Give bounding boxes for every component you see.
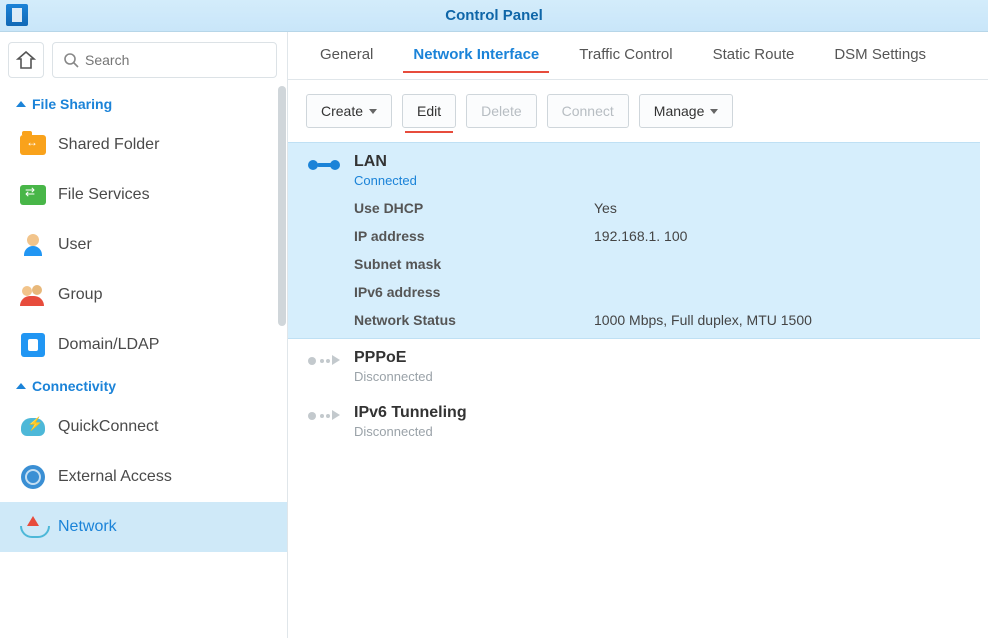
content-panel: General Network Interface Traffic Contro… [288,32,988,638]
tab-bar: General Network Interface Traffic Contro… [288,32,988,80]
section-label: Connectivity [32,378,116,394]
tab-dsm-settings[interactable]: DSM Settings [814,32,946,79]
interface-lan[interactable]: LAN Connected Use DHCP Yes IP address 19… [288,142,980,339]
home-icon [16,51,36,69]
tab-general[interactable]: General [300,32,393,79]
app-icon [6,4,28,26]
search-icon [63,52,79,68]
toolbar: Create Edit Delete Connect Manage [288,80,988,142]
detail-value: Yes [594,200,966,216]
interface-status: Disconnected [354,424,966,439]
caret-down-icon [369,109,377,114]
detail-value: 192.168.1. 100 [594,228,966,244]
tab-network-interface[interactable]: Network Interface [393,32,559,79]
caret-down-icon [710,109,718,114]
sidebar-item-quickconnect[interactable]: QuickConnect [0,402,287,452]
detail-label: IPv6 address [354,284,594,300]
tab-static-route[interactable]: Static Route [693,32,815,79]
interface-name: IPv6 Tunneling [354,404,966,422]
detail-label: IP address [354,228,594,244]
button-label: Delete [481,103,521,119]
domain-icon [21,333,45,357]
chevron-up-icon [16,101,26,107]
user-icon [22,234,44,256]
sidebar-item-group[interactable]: Group [0,270,287,320]
button-label: Connect [562,103,614,119]
detail-label: Use DHCP [354,200,594,216]
sidebar-item-label: External Access [58,468,172,486]
detail-value: 1000 Mbps, Full duplex, MTU 1500 [594,312,966,328]
button-label: Edit [417,103,441,119]
titlebar: Control Panel [0,0,988,32]
folder-icon [20,135,46,155]
sidebar-item-label: Group [58,286,102,304]
detail-label: Network Status [354,312,594,328]
sidebar-item-label: Shared Folder [58,136,159,154]
sidebar-scrollbar[interactable] [278,86,286,326]
interface-name: PPPoE [354,349,966,367]
interface-status: Connected [354,173,966,188]
sidebar-item-label: QuickConnect [58,418,159,436]
create-button[interactable]: Create [306,94,392,128]
sidebar-item-file-services[interactable]: File Services [0,170,287,220]
window-title: Control Panel [445,7,543,24]
group-icon [20,284,46,306]
section-label: File Sharing [32,96,112,112]
sidebar-item-label: Domain/LDAP [58,336,159,354]
chevron-up-icon [16,383,26,389]
lan-connected-icon [308,157,338,171]
sidebar-item-label: Network [58,518,117,536]
sidebar-item-user[interactable]: User [0,220,287,270]
detail-label: Subnet mask [354,256,594,272]
detail-value [594,284,966,300]
network-icon [20,516,46,538]
sidebar-item-domain-ldap[interactable]: Domain/LDAP [0,320,287,370]
section-connectivity[interactable]: Connectivity [0,370,287,402]
globe-icon [21,465,45,489]
interface-pppoe[interactable]: PPPoE Disconnected [288,339,980,394]
button-label: Create [321,103,363,119]
edit-button[interactable]: Edit [402,94,456,128]
disconnected-icon [308,408,338,422]
manage-button[interactable]: Manage [639,94,734,128]
sidebar-item-network[interactable]: Network [0,502,287,552]
sidebar-item-external-access[interactable]: External Access [0,452,287,502]
sidebar-item-shared-folder[interactable]: Shared Folder [0,120,287,170]
connect-button[interactable]: Connect [547,94,629,128]
search-box[interactable] [52,42,277,78]
search-input[interactable] [85,52,266,68]
interface-name: LAN [354,153,966,171]
home-button[interactable] [8,42,44,78]
disconnected-icon [308,353,338,367]
detail-value [594,256,966,272]
sidebar-item-label: File Services [58,186,150,204]
sidebar: File Sharing Shared Folder File Services… [0,32,288,638]
delete-button[interactable]: Delete [466,94,536,128]
interface-ipv6-tunneling[interactable]: IPv6 Tunneling Disconnected [288,394,980,449]
tab-traffic-control[interactable]: Traffic Control [559,32,692,79]
sidebar-item-label: User [58,236,92,254]
interface-status: Disconnected [354,369,966,384]
interface-details: Use DHCP Yes IP address 192.168.1. 100 S… [354,200,966,328]
interface-list: LAN Connected Use DHCP Yes IP address 19… [288,142,988,638]
section-file-sharing[interactable]: File Sharing [0,88,287,120]
file-services-icon [20,185,46,205]
quickconnect-icon [21,418,45,436]
button-label: Manage [654,103,705,119]
